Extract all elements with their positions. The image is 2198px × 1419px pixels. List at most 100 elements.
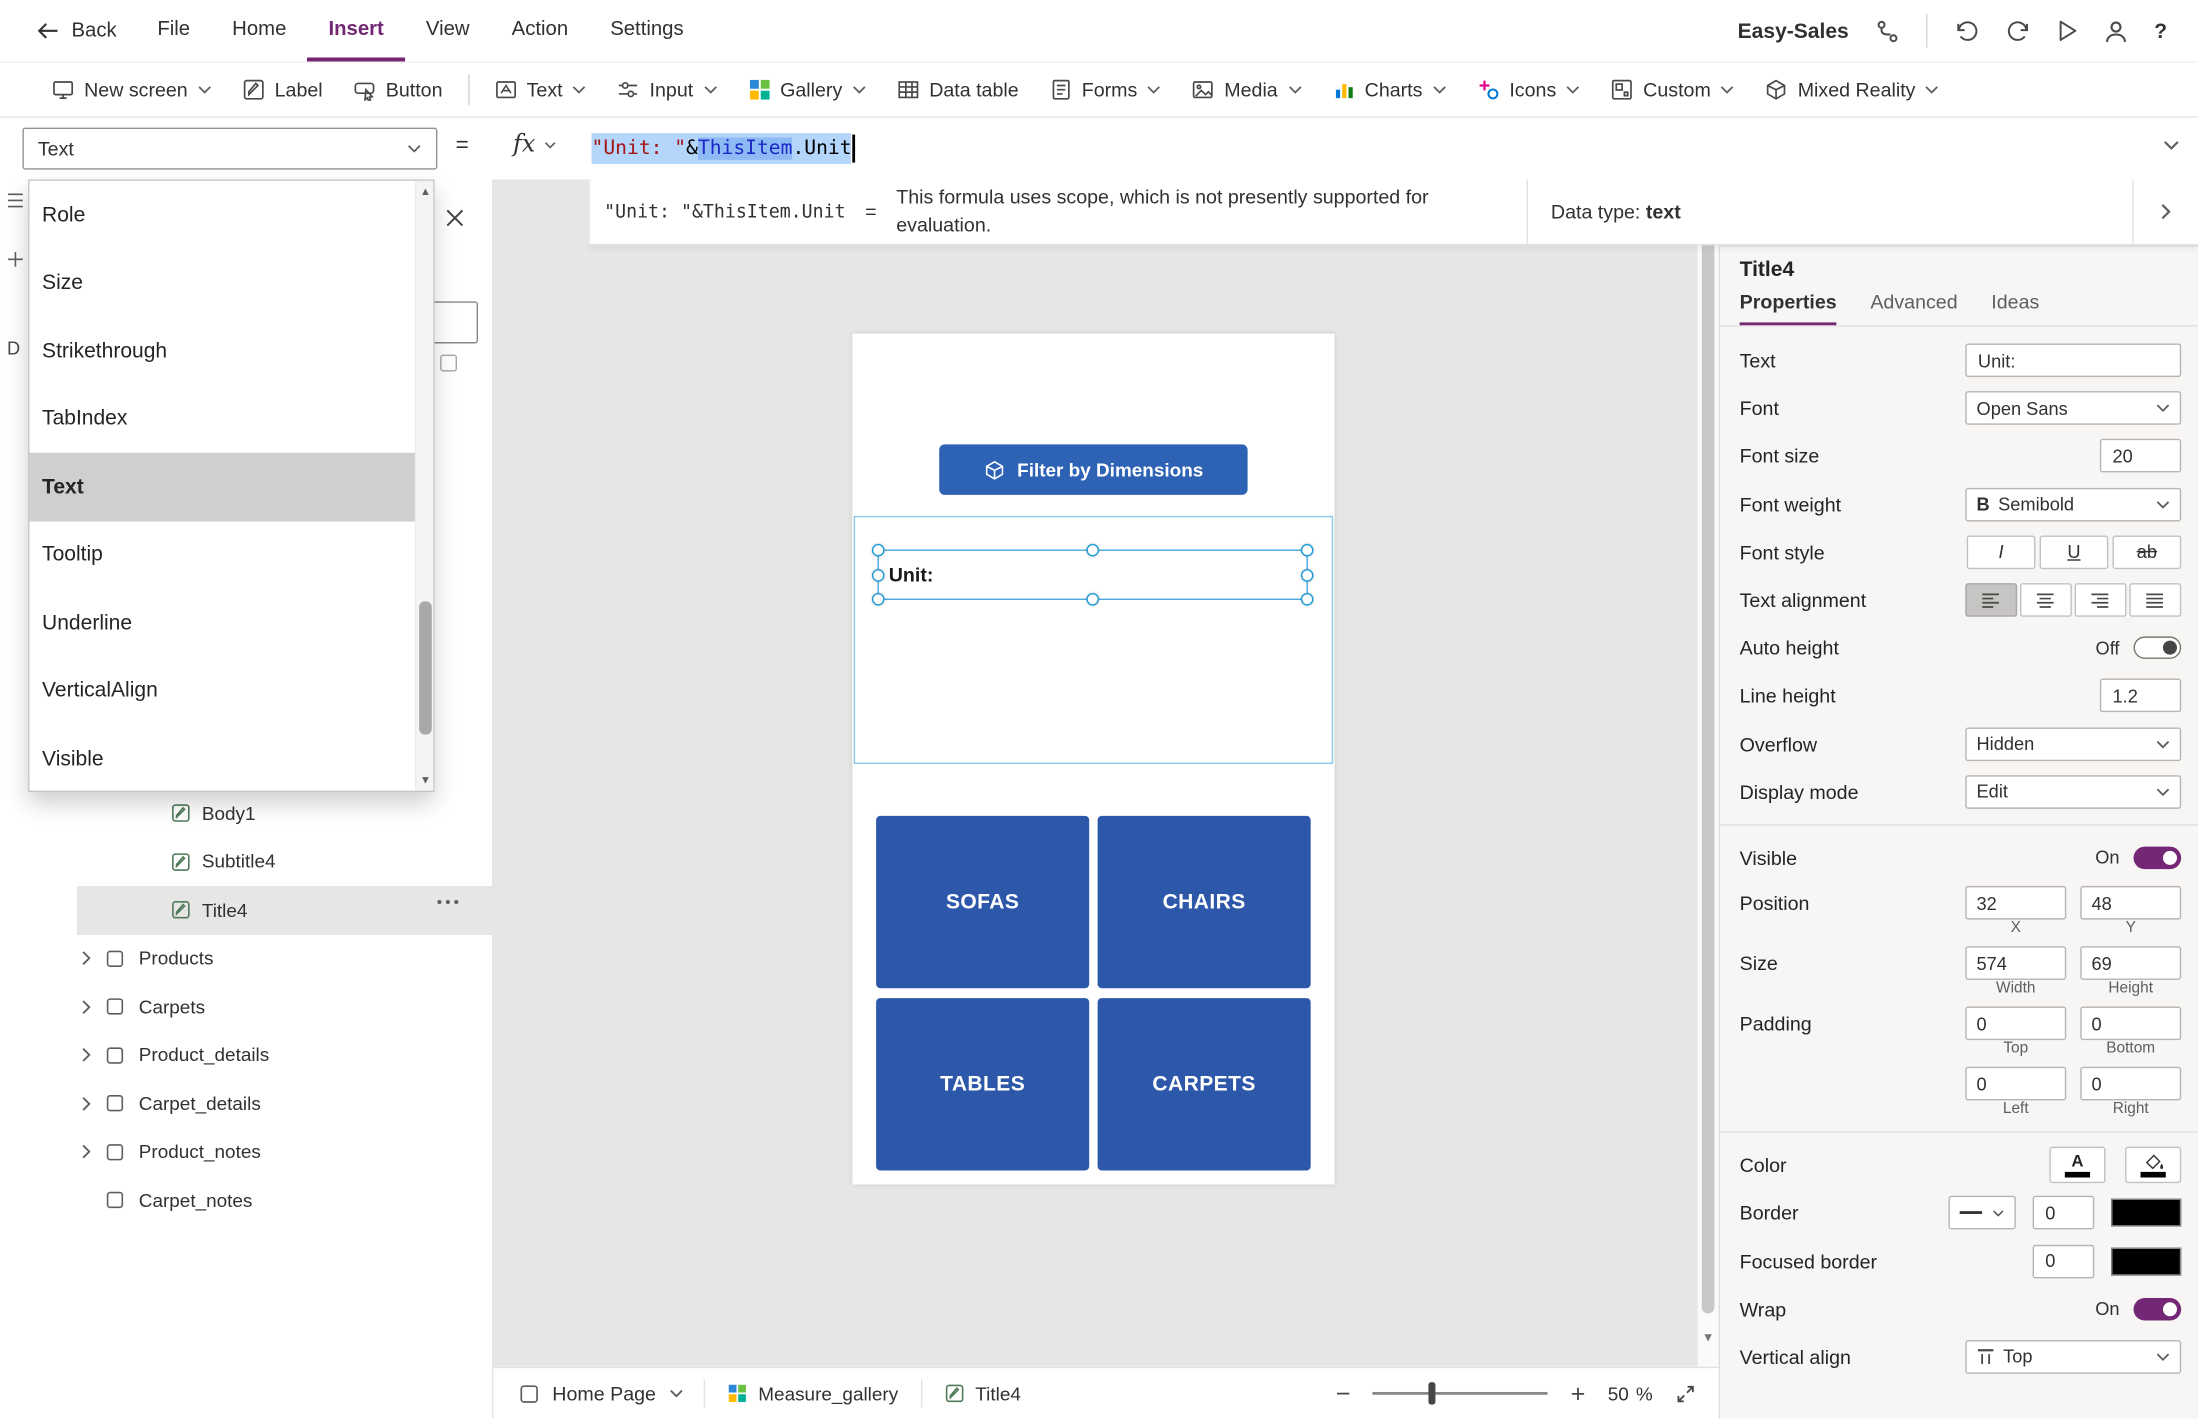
tree-item-carpet-notes[interactable]: Carpet_notes	[0, 1176, 492, 1224]
fx-selector[interactable]: fx	[513, 130, 556, 158]
resize-handle[interactable]	[871, 592, 885, 606]
display-mode-dropdown[interactable]: Edit	[1965, 774, 2182, 809]
redo-icon[interactable]	[2006, 20, 2031, 41]
chevron-right-icon[interactable]	[81, 951, 91, 966]
chevron-right-icon[interactable]	[81, 1144, 91, 1159]
tree-item-subtitle4[interactable]: Subtitle4	[0, 838, 492, 886]
tab-measure-gallery[interactable]: Measure_gallery	[705, 1368, 921, 1418]
screen-selector[interactable]: Home Page	[493, 1368, 703, 1418]
mixed-reality-menu[interactable]: Mixed Reality	[1750, 67, 1955, 112]
property-selector[interactable]: Text	[22, 127, 438, 170]
menu-item-file[interactable]: File	[136, 0, 211, 62]
padding-left-input[interactable]: 0	[1965, 1066, 2067, 1101]
formula-expand-chevron[interactable]	[2163, 140, 2180, 150]
property-option-verticalalign[interactable]: VerticalAlign	[29, 657, 414, 725]
resize-handle[interactable]	[1300, 592, 1314, 606]
text-menu[interactable]: Text	[479, 67, 602, 112]
tab-ideas[interactable]: Ideas	[1991, 290, 2039, 325]
border-width-input[interactable]: 0	[2032, 1196, 2095, 1230]
zoom-out-button[interactable]: −	[1336, 1381, 1351, 1406]
wrap-toggle[interactable]	[2133, 1297, 2182, 1321]
text-value-input[interactable]: Unit:	[1965, 343, 2182, 378]
resize-handle[interactable]	[871, 568, 885, 582]
padding-right-input[interactable]: 0	[2080, 1066, 2182, 1101]
message-expand-chevron[interactable]	[2134, 203, 2198, 220]
media-menu[interactable]: Media	[1177, 67, 1317, 112]
property-option-role[interactable]: Role	[29, 181, 414, 249]
data-icon[interactable]: D	[7, 338, 20, 359]
padding-bottom-input[interactable]: 0	[2080, 1006, 2182, 1041]
menu-item-action[interactable]: Action	[491, 0, 590, 62]
tree-item-carpets[interactable]: Carpets	[0, 983, 492, 1031]
tile-tables[interactable]: TABLES	[876, 998, 1090, 1171]
flyout-scrollbar[interactable]: ▲ ▼	[414, 180, 434, 791]
tile-sofas[interactable]: SOFAS	[876, 815, 1090, 989]
property-option-text[interactable]: Text	[29, 452, 415, 521]
chevron-right-icon[interactable]	[81, 1096, 91, 1111]
scrollbar-thumb[interactable]	[419, 601, 432, 735]
property-option-size[interactable]: Size	[29, 249, 414, 317]
underline-button[interactable]: U	[2039, 535, 2109, 569]
play-icon[interactable]	[2058, 20, 2078, 42]
new-screen-button[interactable]: New screen	[36, 67, 227, 112]
align-right-button[interactable]	[2074, 583, 2127, 617]
tab-title4[interactable]: Title4	[922, 1368, 1043, 1418]
menu-item-home[interactable]: Home	[211, 0, 307, 62]
tile-carpets[interactable]: CARPETS	[1097, 998, 1311, 1171]
account-icon[interactable]	[2104, 19, 2128, 43]
tab-properties[interactable]: Properties	[1739, 290, 1837, 326]
property-option-strikethrough[interactable]: Strikethrough	[29, 317, 414, 385]
help-icon[interactable]: ?	[2154, 19, 2167, 43]
font-size-input[interactable]: 20	[2099, 439, 2182, 474]
italic-button[interactable]: I	[1966, 535, 2036, 569]
close-icon[interactable]	[446, 209, 464, 227]
resize-handle[interactable]	[1300, 543, 1314, 557]
icons-menu[interactable]: Icons	[1462, 67, 1596, 112]
visible-toggle[interactable]	[2133, 846, 2182, 870]
tree-item-product-details[interactable]: Product_details	[0, 1031, 492, 1079]
custom-menu[interactable]: Custom	[1596, 67, 1751, 112]
size-width-input[interactable]: 574	[1965, 946, 2067, 980]
scroll-down-icon[interactable]: ▼	[1698, 1330, 1719, 1344]
more-options-icon[interactable]	[437, 899, 459, 905]
property-option-visible[interactable]: Visible	[29, 725, 414, 793]
button-button[interactable]: Button	[338, 67, 458, 112]
font-dropdown[interactable]: Open Sans	[1965, 391, 2182, 426]
menu-item-settings[interactable]: Settings	[589, 0, 705, 62]
tree-item-products[interactable]: Products	[0, 934, 492, 982]
align-justify-button[interactable]	[2129, 583, 2182, 617]
gallery-menu[interactable]: Gallery	[732, 67, 881, 112]
property-option-tabindex[interactable]: TabIndex	[29, 385, 414, 453]
strikethrough-button[interactable]: ab	[2112, 535, 2182, 569]
border-color-swatch[interactable]	[2111, 1199, 2182, 1228]
align-center-button[interactable]	[2019, 583, 2072, 617]
formula-input[interactable]: "Unit: " & ThisItem .Unit	[591, 118, 856, 180]
size-height-input[interactable]: 69	[2080, 946, 2182, 980]
padding-top-input[interactable]: 0	[1965, 1006, 2067, 1041]
overflow-dropdown[interactable]: Hidden	[1965, 726, 2182, 761]
focused-border-width-input[interactable]: 0	[2032, 1244, 2095, 1278]
insert-icon[interactable]	[6, 250, 26, 270]
position-y-input[interactable]: 48	[2080, 886, 2182, 920]
line-height-input[interactable]: 1.2	[2099, 679, 2182, 713]
font-color-button[interactable]: A	[2049, 1146, 2106, 1184]
scroll-up-icon[interactable]: ▲	[416, 185, 434, 198]
screen-canvas[interactable]: Filter by Dimensions Unit: SOFAS CHAIRS …	[852, 333, 1335, 1185]
input-menu[interactable]: Input	[602, 67, 733, 112]
back-button[interactable]: Back	[36, 20, 117, 42]
tree-view-icon[interactable]	[6, 191, 26, 211]
tree-item-title4[interactable]: Title4	[0, 885, 493, 935]
branch-icon[interactable]	[1875, 19, 1899, 43]
forms-menu[interactable]: Forms	[1034, 67, 1177, 112]
position-x-input[interactable]: 32	[1965, 886, 2067, 920]
tile-chairs[interactable]: CHAIRS	[1097, 815, 1311, 989]
canvas-scrollbar[interactable]: ▲ ▼	[1696, 179, 1719, 1367]
property-option-tooltip[interactable]: Tooltip	[29, 521, 414, 589]
tab-advanced[interactable]: Advanced	[1870, 290, 1957, 325]
fill-color-button[interactable]	[2125, 1146, 2182, 1184]
tree-item-product-notes[interactable]: Product_notes	[0, 1128, 492, 1176]
zoom-slider[interactable]	[1372, 1382, 1549, 1405]
chevron-right-icon[interactable]	[81, 1047, 91, 1063]
zoom-slider-knob[interactable]	[1429, 1382, 1437, 1405]
menu-item-insert[interactable]: Insert	[307, 0, 405, 62]
